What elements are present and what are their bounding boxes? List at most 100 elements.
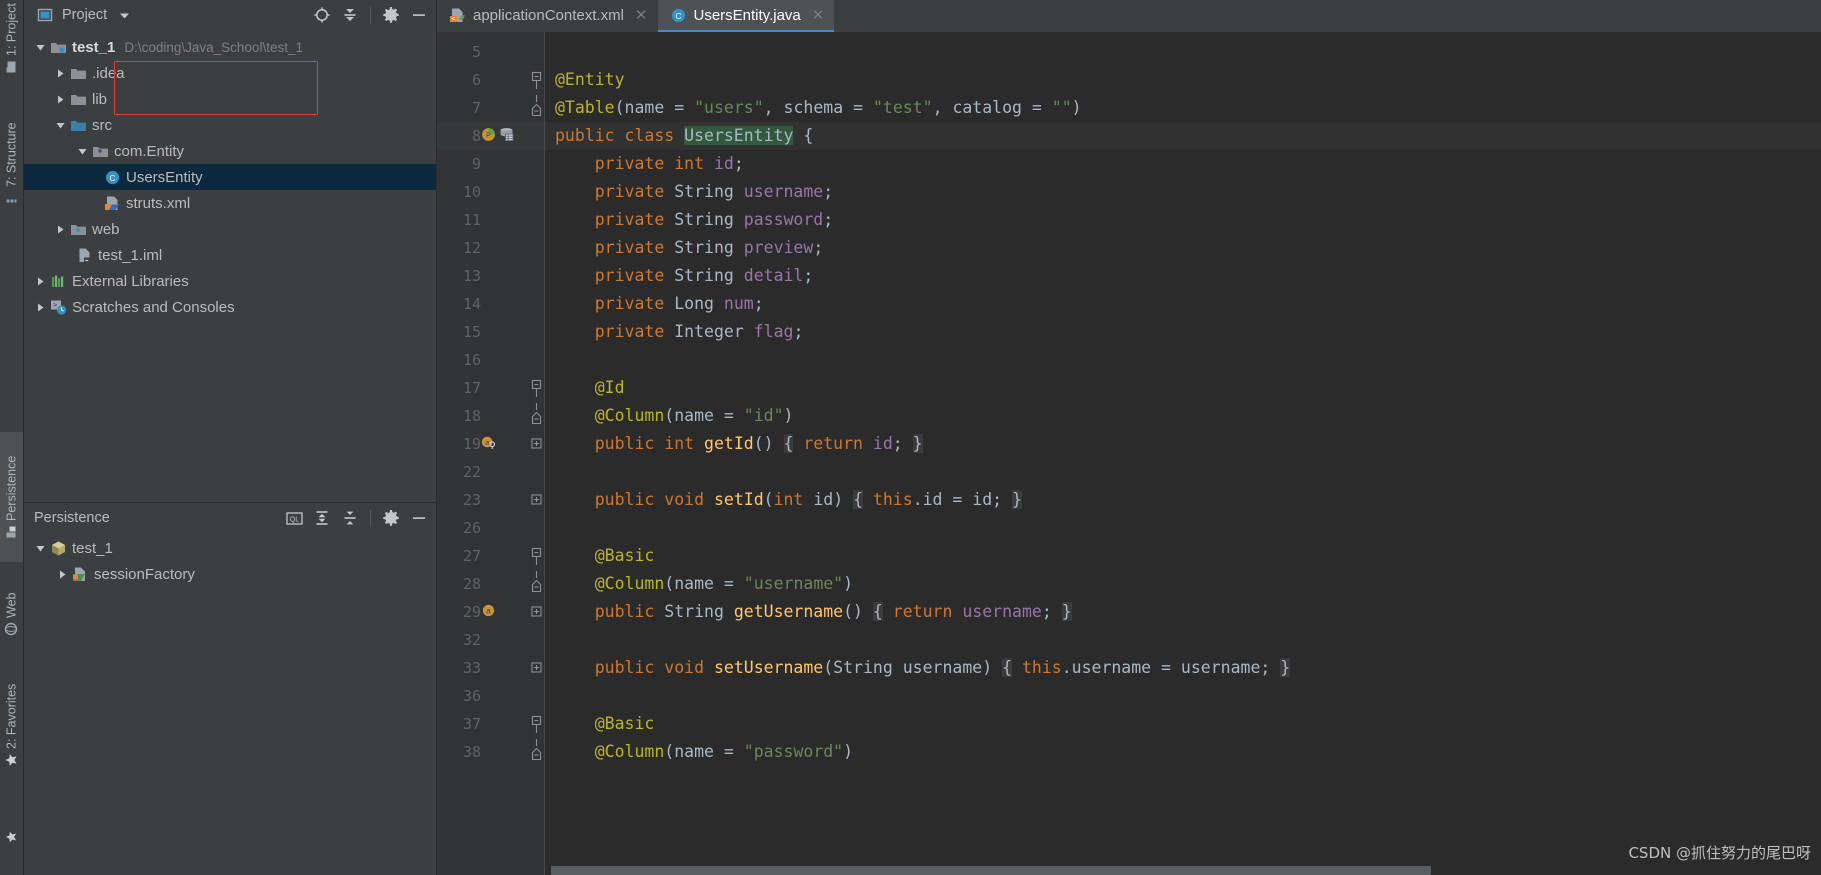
close-icon[interactable]: ✕	[812, 8, 825, 23]
fold-marker-top[interactable]	[529, 374, 543, 402]
code-line[interactable]: public void setUsername(String username)…	[555, 654, 1291, 682]
code-line[interactable]: @Entity	[555, 66, 625, 94]
tree-row-test_1-iml[interactable]: test_1.iml	[24, 242, 436, 268]
tool-tab-bottom-marker[interactable]	[0, 822, 23, 852]
code-line[interactable]: @Column(name = "password")	[555, 738, 853, 766]
ql-console-icon[interactable]: QL	[283, 507, 305, 529]
line-number: 32	[462, 631, 481, 649]
fold-marker-top[interactable]	[529, 710, 543, 738]
gear-icon[interactable]	[380, 507, 402, 529]
tree-row-usersentity[interactable]: C UsersEntity	[24, 164, 436, 190]
fold-marker-top[interactable]	[529, 542, 543, 570]
persistence-bean-icon[interactable]: P	[481, 127, 496, 146]
collapse-all-icon[interactable]	[339, 4, 361, 26]
expand-arrow-collapsed-icon[interactable]	[52, 86, 68, 112]
tree-row-external-libraries[interactable]: External Libraries	[24, 268, 436, 294]
tool-tab-favorites[interactable]: 2: Favorites	[0, 670, 23, 780]
line-number: 36	[462, 687, 481, 705]
line-number: 9	[471, 155, 481, 173]
tool-tab-persistence[interactable]: Persistence	[0, 432, 23, 562]
code-line[interactable]: private Long num;	[555, 290, 764, 318]
chevron-down-icon[interactable]	[113, 4, 135, 26]
scrollbar-thumb[interactable]	[551, 866, 1431, 875]
editor-gutter[interactable]: 5 6 7 8 P 9 10 11 12 13 14 15 16 17 18 19 a 22 23 26 27 28 29 a…	[437, 32, 545, 875]
expand-arrow-collapsed-icon[interactable]	[32, 268, 48, 294]
gutter-icons[interactable]: a	[481, 598, 496, 626]
expand-all-icon[interactable]	[311, 507, 333, 529]
line-number: 19	[462, 435, 481, 453]
persistence-row-sessionfactory[interactable]: sessionFactory	[24, 561, 436, 587]
code-line[interactable]: private String detail;	[555, 262, 814, 290]
svg-text:C: C	[109, 173, 115, 183]
tool-tab-project[interactable]: 1: Project	[0, 0, 23, 78]
horizontal-scrollbar[interactable]	[545, 866, 1821, 875]
tree-row-com-entity[interactable]: com.Entity	[24, 138, 436, 164]
minimize-icon[interactable]	[408, 4, 430, 26]
tree-row-idea[interactable]: .idea	[24, 60, 436, 86]
code-line[interactable]: public int getId() { return id; }	[555, 430, 923, 458]
attribute-icon[interactable]: a	[481, 603, 496, 622]
code-line[interactable]: @Column(name = "id")	[555, 402, 794, 430]
collapse-all-icon[interactable]	[339, 507, 361, 529]
tree-row-web[interactable]: web	[24, 216, 436, 242]
code-content[interactable]: @Entity @Table(name = "users", schema = "…	[545, 32, 1821, 875]
expand-arrow-collapsed-icon[interactable]	[52, 60, 68, 86]
fold-marker-plus[interactable]	[529, 598, 543, 626]
expand-arrow-collapsed-icon[interactable]	[32, 294, 48, 320]
fold-marker-plus[interactable]	[529, 654, 543, 682]
locate-icon[interactable]	[311, 4, 333, 26]
watermark-text: CSDN @抓住努力的尾巴呀	[1628, 844, 1811, 862]
favorites-star-icon	[5, 753, 18, 767]
editor-tab-applicationcontext-xml[interactable]: < applicationContext.xml ✕	[437, 0, 658, 32]
expand-arrow-collapsed-icon[interactable]	[54, 561, 70, 587]
code-line[interactable]: private int id;	[555, 150, 744, 178]
line-number: 16	[462, 351, 481, 369]
close-icon[interactable]: ✕	[635, 8, 648, 23]
line-number: 6	[471, 71, 481, 89]
code-line[interactable]: @Id	[555, 374, 625, 402]
gutter-icons[interactable]: P	[481, 122, 514, 150]
line-number: 14	[462, 295, 481, 313]
code-line[interactable]: public class UsersEntity {	[555, 122, 813, 150]
fold-marker-mid[interactable]	[529, 94, 543, 122]
persistence-row-test_1[interactable]: test_1	[24, 535, 436, 561]
fold-marker-mid[interactable]	[529, 738, 543, 766]
expand-arrow-expanded-icon[interactable]	[52, 112, 68, 138]
gear-icon[interactable]	[380, 4, 402, 26]
code-line[interactable]: @Table(name = "users", schema = "test", …	[555, 94, 1082, 122]
editor-tab-usersentity-java[interactable]: C UsersEntity.java ✕	[657, 0, 835, 32]
tree-row-lib[interactable]: lib	[24, 86, 436, 112]
expand-arrow-expanded-icon[interactable]	[32, 535, 48, 561]
fold-marker-top[interactable]	[529, 66, 543, 94]
fold-marker-plus[interactable]	[529, 430, 543, 458]
attribute-key-icon[interactable]: a	[481, 435, 496, 454]
tree-row-src[interactable]: src	[24, 112, 436, 138]
minimize-icon[interactable]	[408, 507, 430, 529]
expand-arrow-collapsed-icon[interactable]	[52, 216, 68, 242]
expand-arrow-expanded-icon[interactable]	[74, 138, 90, 164]
tree-row-test_1[interactable]: test_1 D:\coding\Java_School\test_1	[24, 34, 436, 60]
code-line[interactable]: private String username;	[555, 178, 833, 206]
code-line[interactable]: public String getUsername() { return use…	[555, 598, 1072, 626]
persistence-tree[interactable]: test_1 sessionFactory	[24, 533, 436, 875]
tree-row-struts-xml[interactable]: struts.xml	[24, 190, 436, 216]
code-line[interactable]: @Column(name = "username")	[555, 570, 853, 598]
fold-marker-mid[interactable]	[529, 402, 543, 430]
code-editor[interactable]: 5 6 7 8 P 9 10 11 12 13 14 15 16 17 18 19 a 22 23 26 27 28 29 a…	[437, 32, 1821, 875]
fold-marker-mid[interactable]	[529, 570, 543, 598]
code-line[interactable]: private Integer flag;	[555, 318, 804, 346]
code-line[interactable]: private String preview;	[555, 234, 824, 262]
fold-marker-plus[interactable]	[529, 486, 543, 514]
tree-row-scratches[interactable]: > Scratches and Consoles	[24, 294, 436, 320]
tool-tab-web[interactable]: Web	[0, 580, 23, 648]
code-line[interactable]: @Basic	[555, 542, 655, 570]
code-line[interactable]: @Basic	[555, 710, 655, 738]
code-line[interactable]: public void setId(int id) { this.id = id…	[555, 486, 1022, 514]
expand-arrow-expanded-icon[interactable]	[32, 34, 48, 60]
line-number: 17	[462, 379, 481, 397]
code-line[interactable]: private String password;	[555, 206, 833, 234]
project-tree[interactable]: test_1 D:\coding\Java_School\test_1 .ide…	[24, 30, 436, 502]
tool-tab-structure[interactable]: 7: Structure	[0, 118, 23, 210]
gutter-icons[interactable]: a	[481, 430, 496, 458]
database-table-icon[interactable]	[499, 127, 514, 146]
